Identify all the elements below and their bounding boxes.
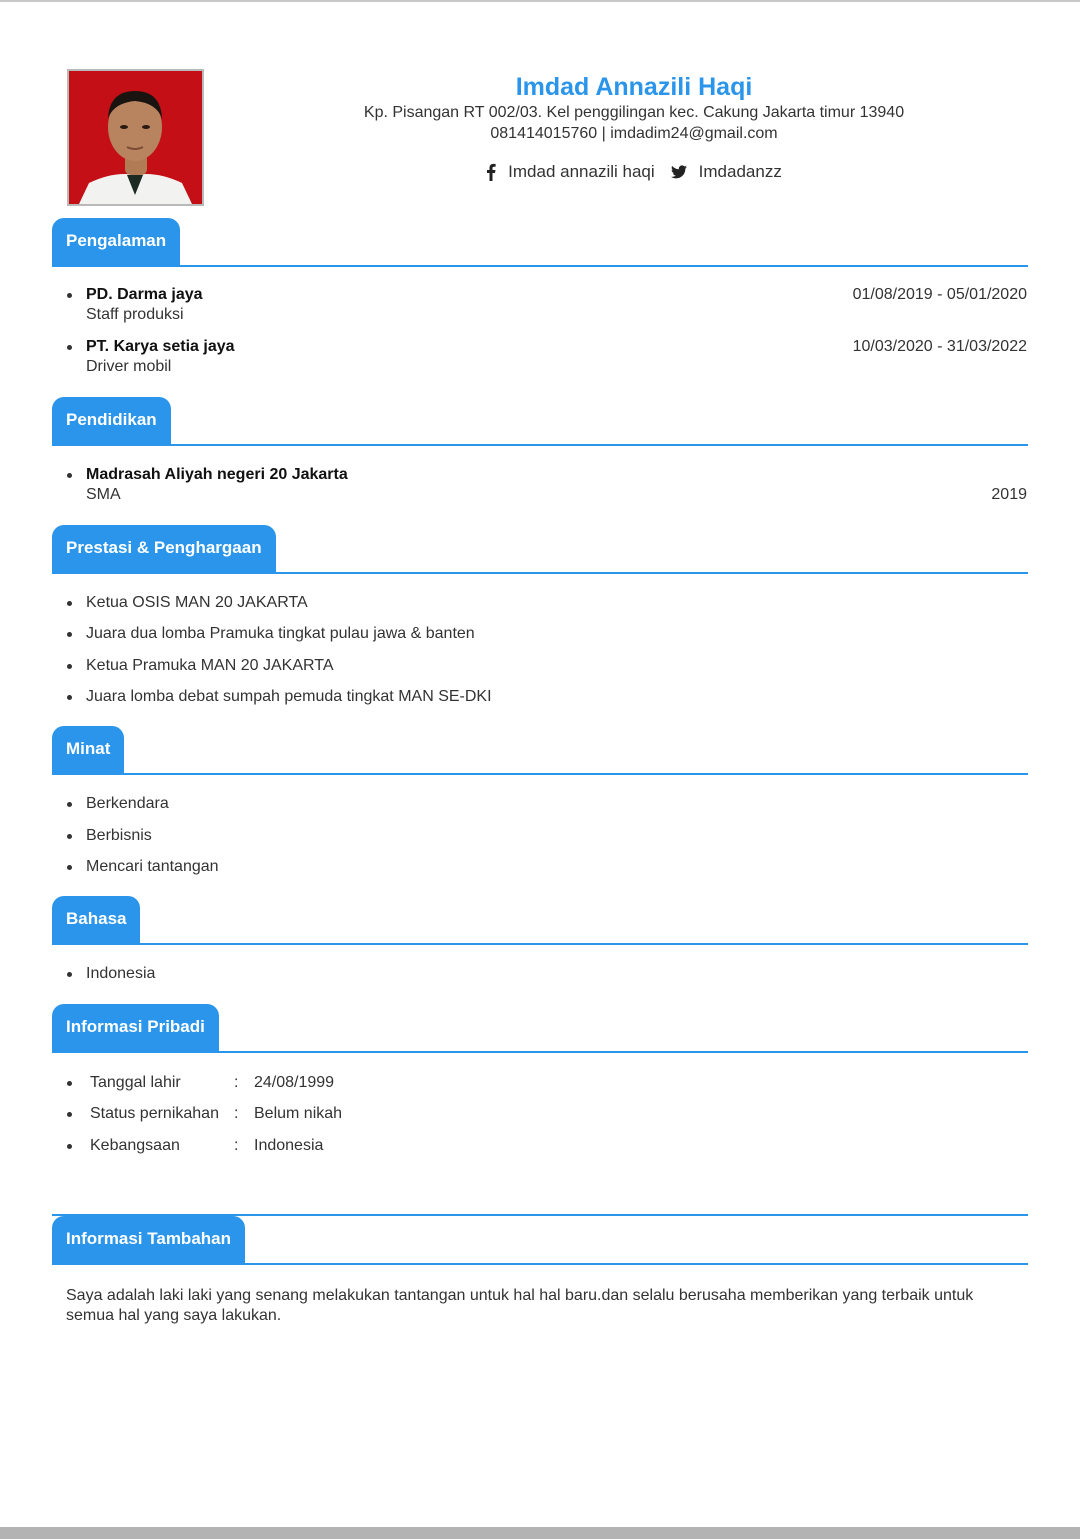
personal-value: Belum nikah: [254, 1105, 343, 1122]
experience-company: PD. Darma jaya: [86, 286, 203, 303]
twitter-icon: [670, 165, 687, 179]
facebook-handle: Imdad annazili haqi: [508, 162, 655, 181]
section-divider: [52, 943, 1028, 945]
bullet: [67, 834, 72, 839]
twitter-link[interactable]: Imdadanzz: [670, 162, 782, 182]
bullet: [67, 972, 72, 977]
section-divider: [52, 1263, 1028, 1265]
section-tab-education: Pendidikan: [52, 397, 171, 445]
bullet: [67, 1112, 72, 1117]
section-tab-achievements: Prestasi & Penghargaan: [52, 525, 276, 573]
section-divider: [52, 1051, 1028, 1053]
facebook-icon: [486, 163, 496, 181]
achievement-item: Juara lomba debat sumpah pemuda tingkat …: [86, 688, 492, 705]
interest-item: Mencari tantangan: [86, 858, 219, 875]
profile-photo: [67, 69, 204, 206]
section-divider: [52, 265, 1028, 267]
language-item: Indonesia: [86, 965, 156, 982]
bullet: [67, 865, 72, 870]
section-tab-languages: Bahasa: [52, 896, 141, 944]
personal-label: Tanggal lahir: [90, 1074, 181, 1091]
personal-value: Indonesia: [254, 1137, 324, 1154]
twitter-handle: Imdadanzz: [698, 162, 782, 181]
experience-period: 01/08/2019 - 05/01/2020: [852, 286, 1027, 303]
personal-separator: :: [234, 1074, 239, 1091]
achievement-item: Ketua Pramuka MAN 20 JAKARTA: [86, 657, 334, 674]
interest-item: Berbisnis: [86, 827, 152, 844]
achievement-item: Ketua OSIS MAN 20 JAKARTA: [86, 594, 308, 611]
bullet: [67, 632, 72, 637]
personal-separator: :: [234, 1105, 239, 1122]
section-tab-additional: Informasi Tambahan: [52, 1216, 245, 1264]
section-divider: [52, 444, 1028, 446]
experience-company: PT. Karya setia jaya: [86, 338, 235, 355]
facebook-link[interactable]: Imdad annazili haqi: [486, 162, 655, 182]
section-tab-personal: Informasi Pribadi: [52, 1004, 219, 1052]
bullet: [67, 1081, 72, 1086]
experience-role: Driver mobil: [86, 358, 172, 375]
additional-info-text: Saya adalah laki laki yang senang melaku…: [66, 1287, 974, 1324]
personal-label: Status pernikahan: [90, 1105, 219, 1122]
experience-period: 10/03/2020 - 31/03/2022: [852, 338, 1027, 355]
bullet: [67, 802, 72, 807]
bottom-bar: [0, 1527, 1080, 1539]
bullet: [67, 664, 72, 669]
bullet: [67, 695, 72, 700]
resume-header: Imdad Annazili Haqi Kp. Pisangan RT 002/…: [330, 72, 938, 182]
education-school: Madrasah Aliyah negeri 20 Jakarta: [86, 466, 348, 483]
section-tab-experience: Pengalaman: [52, 218, 181, 266]
interest-item: Berkendara: [86, 795, 169, 812]
experience-role: Staff produksi: [86, 306, 184, 323]
section-tab-interests: Minat: [52, 726, 125, 774]
contact-text: 081414015760 | imdadim24@gmail.com: [490, 125, 778, 142]
bullet: [67, 345, 72, 350]
candidate-name: Imdad Annazili Haqi: [515, 73, 753, 101]
bullet: [67, 1144, 72, 1149]
education-level: SMA: [86, 486, 121, 503]
education-year: 2019: [991, 486, 1027, 503]
bullet: [67, 473, 72, 478]
personal-label: Kebangsaan: [90, 1137, 180, 1154]
section-divider: [52, 572, 1028, 574]
personal-value: 24/08/1999: [254, 1074, 335, 1091]
bullet: [67, 601, 72, 606]
personal-separator: :: [234, 1137, 239, 1154]
address-text: Kp. Pisangan RT 002/03. Kel penggilingan…: [363, 104, 905, 121]
social-links: Imdad annazili haqi Imdadanzz: [330, 162, 938, 182]
bullet: [67, 293, 72, 298]
top-divider: [0, 0, 1080, 2]
achievement-item: Juara dua lomba Pramuka tingkat pulau ja…: [86, 625, 475, 642]
section-divider: [52, 773, 1028, 775]
